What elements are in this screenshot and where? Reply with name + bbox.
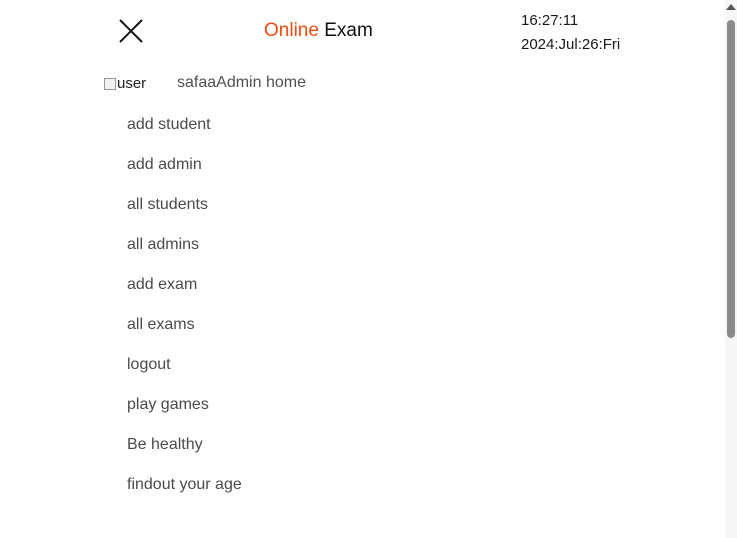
close-icon [119, 19, 143, 43]
menu-item-play-games[interactable]: play games [127, 392, 242, 432]
menu-item-add-admin[interactable]: add admin [127, 152, 242, 192]
vertical-scrollbar[interactable] [725, 0, 737, 538]
close-button[interactable] [116, 16, 146, 46]
brand-accent: Online [264, 20, 319, 41]
scroll-thumb[interactable] [727, 20, 735, 338]
menu-item-logout[interactable]: logout [127, 352, 242, 392]
menu-item-all-admins[interactable]: all admins [127, 232, 242, 272]
menu-item-all-exams[interactable]: all exams [127, 312, 242, 352]
user-row: user safaaAdmin home [103, 72, 306, 94]
sidebar-menu: add student add admin all students all a… [127, 112, 242, 512]
clock: 16:27:11 2024:Jul:26:Fri [521, 9, 620, 57]
menu-item-add-exam[interactable]: add exam [127, 272, 242, 312]
user-avatar-alt: user [117, 74, 147, 92]
page: Online Exam 16:27:11 2024:Jul:26:Fri use… [0, 0, 737, 538]
menu-item-findout-age[interactable]: findout your age [127, 472, 242, 512]
clock-time: 16:27:11 [521, 12, 579, 29]
menu-item-be-healthy[interactable]: Be healthy [127, 432, 242, 472]
broken-image-icon [103, 75, 117, 91]
clock-date: 2024:Jul:26:Fri [521, 36, 621, 53]
menu-item-add-student[interactable]: add student [127, 112, 242, 152]
brand-title: Online Exam [264, 20, 373, 42]
scroll-up-arrow-icon[interactable] [726, 4, 736, 10]
brand-rest: Exam [318, 20, 373, 41]
admin-home-link[interactable]: safaaAdmin home [177, 74, 306, 92]
menu-item-all-students[interactable]: all students [127, 192, 242, 232]
user-avatar: user [103, 72, 163, 94]
